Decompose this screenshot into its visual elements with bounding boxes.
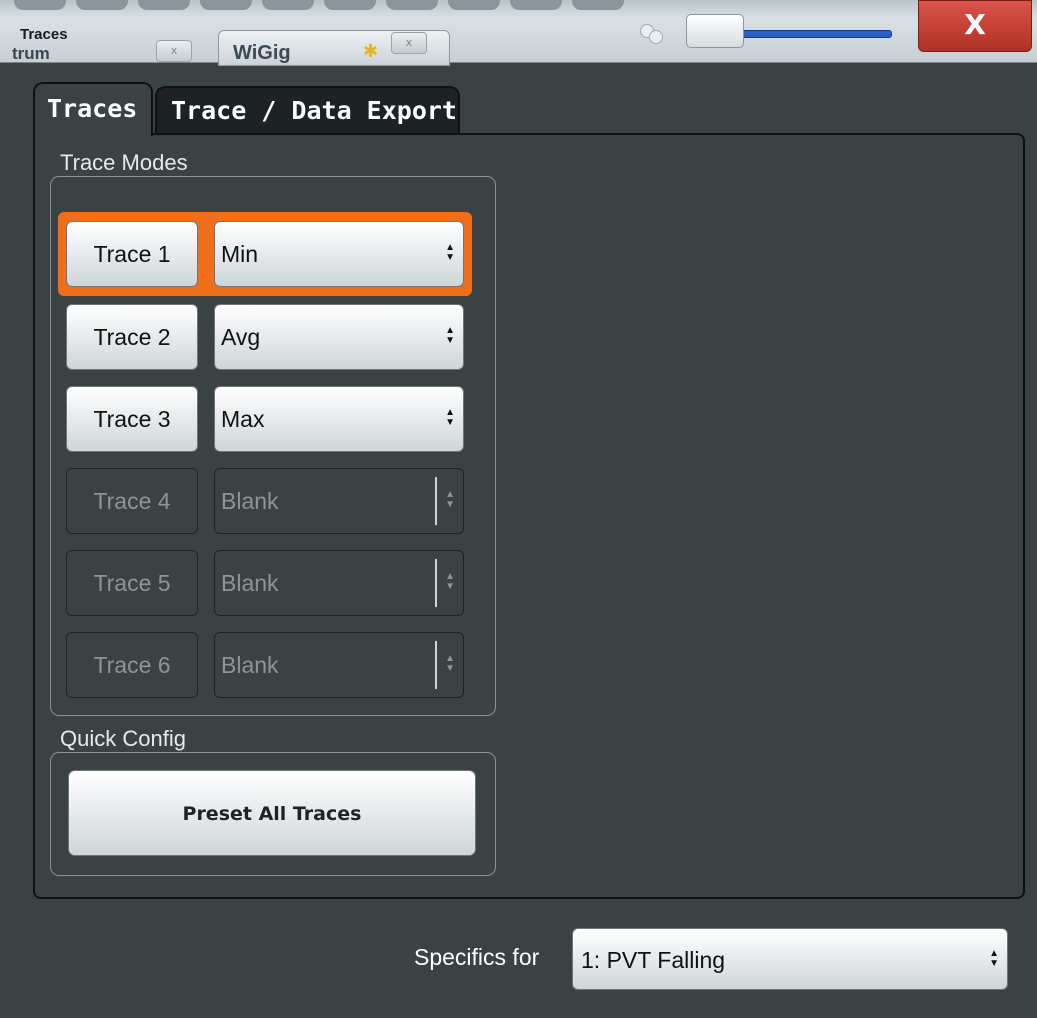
trace-2-mode-select[interactable]: Avg ▲ ▼	[214, 304, 464, 370]
trace-1-button[interactable]: Trace 1	[66, 221, 198, 287]
transparency-icon	[640, 24, 670, 44]
dropdown-arrows-icon: ▲ ▼	[445, 571, 455, 593]
dialog-title: Traces	[20, 26, 68, 43]
divider	[435, 559, 437, 607]
title-bar: Traces trum x WiGig ✱ x X	[0, 0, 1037, 66]
trace-5-button[interactable]: Trace 5	[66, 550, 198, 616]
specifics-for-value: 1: PVT Falling	[581, 947, 726, 973]
dropdown-arrows-icon: ▲ ▼	[445, 407, 455, 429]
tab-traces[interactable]: Traces	[33, 82, 153, 136]
quick-config-label: Quick Config	[60, 726, 186, 751]
trace-1-mode-value: Min	[221, 241, 259, 267]
trace-2-button[interactable]: Trace 2	[66, 304, 198, 370]
close-tab-icon[interactable]: x	[156, 40, 192, 62]
trace-6-mode-select[interactable]: Blank ▲ ▼	[214, 632, 464, 698]
dropdown-arrows-icon: ▲ ▼	[445, 653, 455, 675]
dropdown-arrows-icon: ▲ ▼	[445, 242, 455, 264]
close-tab-icon[interactable]: x	[391, 32, 427, 54]
app-tab-wigig[interactable]: WiGig ✱ x	[218, 30, 450, 66]
trace-4-mode-select[interactable]: Blank ▲ ▼	[214, 468, 464, 534]
app-tab-spectrum-fragment[interactable]: trum	[12, 44, 50, 62]
tab-trace-data-export[interactable]: Trace / Data Export	[155, 86, 460, 134]
trace-1-mode-select[interactable]: Min ▲ ▼	[214, 221, 464, 287]
trace-row: Trace 6 Blank ▲ ▼	[66, 632, 464, 698]
trace-4-button[interactable]: Trace 4	[66, 468, 198, 534]
trace-row: Trace 4 Blank ▲ ▼	[66, 468, 464, 534]
trace-3-mode-select[interactable]: Max ▲ ▼	[214, 386, 464, 452]
toolbar-edge	[0, 0, 654, 12]
trace-3-mode-value: Max	[221, 406, 265, 432]
trace-2-mode-value: Avg	[221, 324, 261, 350]
trace-row: Trace 2 Avg ▲ ▼	[66, 304, 464, 370]
trace-4-mode-value: Blank	[221, 488, 279, 514]
close-button[interactable]: X	[918, 0, 1032, 52]
app-tab-label: WiGig	[233, 42, 291, 64]
trace-row: Trace 1 Min ▲ ▼	[66, 221, 464, 287]
transparency-slider-handle[interactable]	[686, 14, 744, 48]
trace-3-button[interactable]: Trace 3	[66, 386, 198, 452]
trace-6-mode-value: Blank	[221, 652, 279, 678]
transparency-slider-track[interactable]	[740, 30, 892, 38]
specifics-for-label: Specifics for	[414, 944, 540, 970]
trace-modes-label: Trace Modes	[60, 150, 188, 175]
dropdown-arrows-icon: ▲ ▼	[989, 948, 999, 970]
trace-6-button[interactable]: Trace 6	[66, 632, 198, 698]
trace-5-mode-value: Blank	[221, 570, 279, 596]
preset-all-traces-button[interactable]: Preset All Traces	[68, 770, 476, 856]
trace-row: Trace 5 Blank ▲ ▼	[66, 550, 464, 616]
trace-row: Trace 3 Max ▲ ▼	[66, 386, 464, 452]
dropdown-arrows-icon: ▲ ▼	[445, 489, 455, 511]
divider	[435, 641, 437, 689]
star-icon: ✱	[363, 41, 379, 62]
divider	[435, 477, 437, 525]
specifics-for-select[interactable]: 1: PVT Falling ▲ ▼	[572, 928, 1008, 990]
trace-5-mode-select[interactable]: Blank ▲ ▼	[214, 550, 464, 616]
dropdown-arrows-icon: ▲ ▼	[445, 325, 455, 347]
